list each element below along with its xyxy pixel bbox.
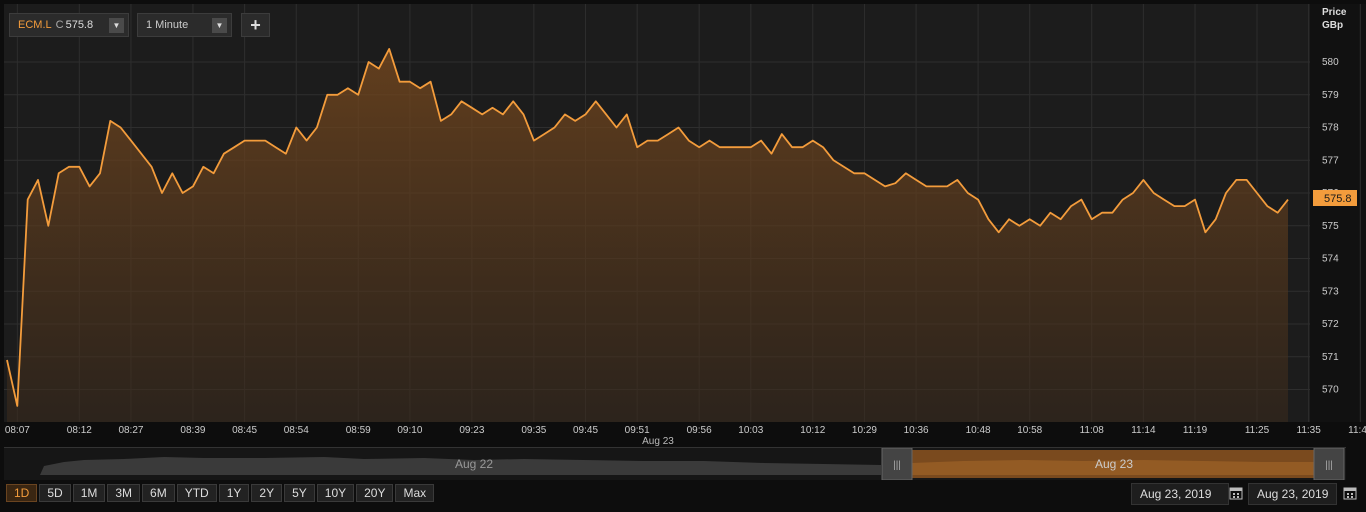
symbol-selector[interactable]: ECM.L C 575.8 ▼ (9, 13, 129, 37)
chevron-down-icon[interactable]: ▼ (212, 18, 227, 33)
range-button-2y[interactable]: 2Y (251, 484, 283, 502)
y-tick-label: 577 (1322, 155, 1339, 166)
x-tick-label: 10:29 (852, 425, 877, 436)
x-tick-label: 09:45 (573, 425, 598, 436)
x-tick-label: 11:08 (1080, 425, 1105, 436)
navigator-left-handle-grip: ||| (893, 460, 901, 471)
y-tick-label: 580 (1322, 57, 1339, 68)
x-tick-label: 10:12 (800, 425, 825, 436)
range-button-20y[interactable]: 20Y (356, 484, 394, 502)
calendar-icon[interactable] (1229, 486, 1243, 500)
x-tick-label: 11:14 (1131, 425, 1156, 436)
x-tick-label: 09:51 (625, 425, 650, 436)
x-tick-label: 10:36 (904, 425, 929, 436)
x-tick-label: 11:19 (1183, 425, 1208, 436)
date-from-field[interactable]: Aug 23, 2019 (1131, 483, 1229, 505)
y-tick-label: 571 (1322, 352, 1339, 363)
y-tick-label: 575 (1322, 221, 1339, 232)
add-series-button[interactable]: + (241, 13, 270, 37)
x-tick-label: 08:59 (346, 425, 371, 436)
symbol-ticker: ECM.L (18, 19, 52, 31)
y-tick-label: 574 (1322, 254, 1339, 265)
calendar-icon[interactable] (1343, 486, 1357, 500)
x-tick-label: 08:07 (5, 425, 30, 436)
x-tick-label: 09:35 (521, 425, 546, 436)
y-axis-ticks: 570571572573574575576577578579580 (1322, 57, 1339, 396)
last-price-value: 575.8 (1324, 193, 1352, 205)
range-button-3m[interactable]: 3M (107, 484, 141, 502)
y-tick-label: 578 (1322, 123, 1339, 134)
range-button-ytd[interactable]: YTD (176, 484, 217, 502)
date-axis-label: Aug 23 (642, 436, 674, 447)
navigator-right-handle-grip: ||| (1325, 460, 1333, 471)
navigator-right-label: Aug 23 (1095, 457, 1133, 471)
x-tick-label: 10:58 (1017, 425, 1042, 436)
x-tick-label: 10:03 (738, 425, 763, 436)
x-tick-label: 08:27 (118, 425, 143, 436)
x-tick-label: 08:54 (284, 425, 309, 436)
x-tick-label: 08:45 (232, 425, 257, 436)
range-button-10y[interactable]: 10Y (316, 484, 355, 502)
range-buttons: 1D 5D 1M 3M 6M YTD 1Y 2Y 5Y 10Y 20Y Max (6, 484, 435, 502)
x-tick-label: 08:12 (67, 425, 92, 436)
y-tick-label: 570 (1322, 385, 1339, 396)
y-tick-label: 572 (1322, 319, 1339, 330)
price-area (7, 48, 1288, 423)
range-button-5y[interactable]: 5Y (284, 484, 315, 502)
close-prefix: C (55, 19, 64, 31)
range-button-max[interactable]: Max (395, 484, 435, 502)
range-button-6m[interactable]: 6M (142, 484, 175, 502)
range-button-1d[interactable]: 1D (6, 484, 38, 502)
close-value: 575.8 (65, 19, 94, 31)
x-tick-label: 09:56 (687, 425, 712, 436)
y-tick-label: 579 (1322, 90, 1339, 101)
range-navigator[interactable]: Aug 22 Aug 23 ||| ||| (4, 448, 1346, 480)
x-tick-label: 11:40 (1348, 425, 1366, 436)
x-axis-ticks: 08:07 08:12 08:27 08:39 08:45 08:54 08:59 09:10… (5, 425, 1366, 436)
x-tick-label: 09:23 (459, 425, 484, 436)
chevron-down-icon[interactable]: ▼ (109, 18, 124, 33)
interval-label: 1 Minute (146, 19, 189, 31)
date-to-field[interactable]: Aug 23, 2019 (1248, 483, 1337, 505)
x-tick-label: 11:25 (1245, 425, 1270, 436)
last-price-tag: 575.8 (1313, 190, 1357, 206)
interval-selector[interactable]: 1 Minute ▼ (137, 13, 232, 37)
y-tick-label: 573 (1322, 286, 1339, 297)
range-button-1m[interactable]: 1M (72, 484, 106, 502)
x-tick-label: 08:39 (180, 425, 205, 436)
x-tick-label: 11:35 (1297, 425, 1322, 436)
range-button-1y[interactable]: 1Y (218, 484, 250, 502)
x-tick-label: 09:10 (397, 425, 422, 436)
x-tick-label: 10:48 (966, 425, 991, 436)
range-button-5d[interactable]: 5D (39, 484, 71, 502)
price-chart[interactable]: 570571572573574575576577578579580 08:070… (0, 0, 1366, 448)
navigator-left-label: Aug 22 (455, 457, 493, 471)
